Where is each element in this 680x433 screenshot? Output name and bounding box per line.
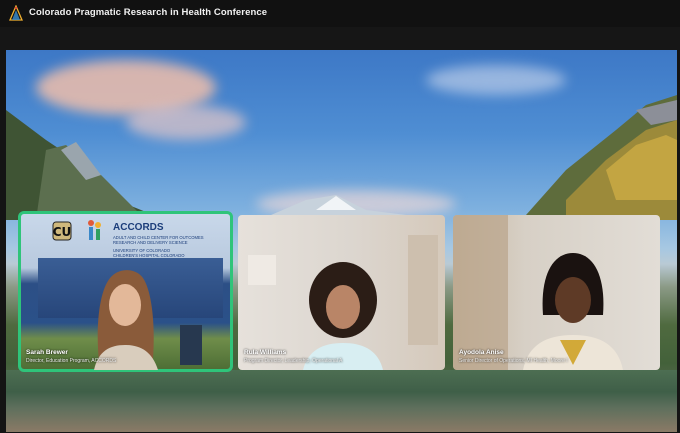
participant-name: Rula Williams <box>244 349 287 356</box>
participant-role: Senior Director of Operations, MI Health… <box>459 358 568 364</box>
conference-logo-icon <box>9 5 23 21</box>
family-figures-icon <box>88 220 101 240</box>
sign-post <box>180 325 202 365</box>
university-logo-icon: CU <box>52 221 72 241</box>
toolbar-strip <box>0 27 680 50</box>
participant-role: Program Director, Leadership, Operationa… <box>244 358 343 364</box>
org-long-line-2: RESEARCH AND DELIVERY SCIENCE <box>113 240 188 245</box>
lake <box>6 370 677 432</box>
wall-note <box>248 255 276 285</box>
participant-name: Ayodola Anise <box>459 349 504 356</box>
org-affiliation: UNIVERSITY OF COLORADO CHILDREN'S HOSPIT… <box>113 248 185 258</box>
org-short-name: ACCORDS <box>113 222 164 233</box>
participant-video-rula <box>303 262 383 370</box>
participant-tile-ayodola-anise[interactable]: Ayodola Anise Senior Director of Operati… <box>453 215 660 370</box>
app-title: Colorado Pragmatic Research in Health Co… <box>29 7 268 18</box>
virtual-background-stage: CU ACCORDS ADULT AND CHILD CENTER FOR OU… <box>6 50 677 432</box>
participant-video-sarah <box>94 270 158 370</box>
title-bar: Colorado Pragmatic Research in Health Co… <box>0 0 680 27</box>
participant-name: Sarah Brewer <box>26 349 68 356</box>
door <box>453 215 508 370</box>
participant-tile-rula-williams[interactable]: Rula Williams Program Director, Leadersh… <box>238 215 445 370</box>
participant-video-ayodola <box>523 253 623 370</box>
door-frame <box>408 235 438 345</box>
svg-text:CU: CU <box>53 225 72 239</box>
participant-role: Director, Education Program, ACCORDS <box>26 358 117 364</box>
org-long-name: ADULT AND CHILD CENTER FOR OUTCOMES RESE… <box>113 235 204 245</box>
participant-tile-sarah-brewer[interactable]: CU ACCORDS ADULT AND CHILD CENTER FOR OU… <box>18 211 233 372</box>
